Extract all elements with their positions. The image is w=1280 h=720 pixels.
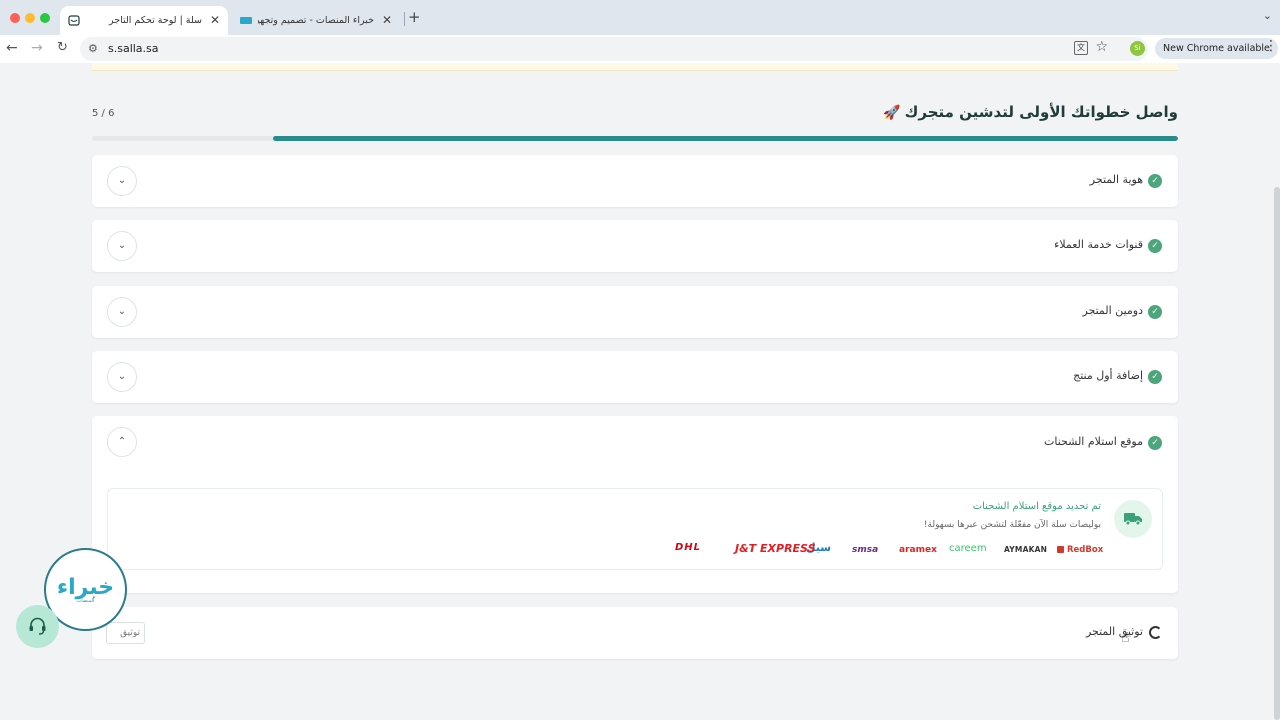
khubara-favicon-icon — [240, 17, 252, 24]
salla-favicon-icon — [68, 15, 80, 26]
shipping-status-panel: تم تحديد موقع استلام الشحنات بوليصات سلة… — [107, 488, 1163, 570]
chevron-down-icon[interactable]: ⌄ — [107, 166, 137, 196]
window-maximize-button[interactable] — [40, 13, 50, 23]
check-circle-icon: ✓ — [1148, 436, 1162, 450]
profile-avatar[interactable]: Si — [1130, 41, 1145, 56]
step-card-store-identity[interactable]: ✓ هوية المتجر ⌄ — [92, 155, 1178, 207]
support-button[interactable] — [16, 605, 59, 648]
site-settings-icon[interactable]: ⚙ — [88, 42, 98, 55]
browser-toolbar: ← → ↻ ⚙ s.salla.sa 文 ☆ — [0, 35, 1280, 63]
carrier-logo-dhl: DHL — [675, 542, 702, 553]
check-circle-icon: ✓ — [1148, 239, 1162, 253]
step-card-store-domain[interactable]: ✓ دومين المتجر ⌄ — [92, 286, 1178, 338]
tab-close-icon[interactable]: ✕ — [382, 13, 392, 27]
tab-title: خبراء المنصات - تصميم وتجهيز ال — [258, 15, 374, 26]
new-tab-icon[interactable]: + — [408, 8, 421, 26]
step-label: دومين المتجر — [1082, 304, 1143, 317]
tab-salla-dashboard[interactable]: سلة | لوحة تحكم التاجر ✕ — [60, 6, 228, 35]
shipping-title: تم تحديد موقع استلام الشحنات — [972, 501, 1101, 512]
forward-arrow-icon[interactable]: → — [31, 40, 43, 56]
chevron-up-icon[interactable]: ⌃ — [107, 427, 137, 457]
step-label: موقع استلام الشحنات — [1044, 435, 1143, 448]
back-arrow-icon[interactable]: ← — [6, 40, 18, 56]
tab-separator — [404, 12, 405, 26]
truck-icon — [1114, 500, 1152, 538]
carrier-logo-smsa: smsa — [852, 545, 879, 555]
onboarding-heading: واصل خطواتك الأولى لتدشين متجرك🚀 — [883, 103, 1178, 121]
shipping-description: بوليصات سلة الآن مفعّلة لتشحن عبرها بسهو… — [923, 520, 1101, 530]
chevron-down-icon[interactable]: ⌄ — [107, 297, 137, 327]
step-label: قنوات خدمة العملاء — [1054, 238, 1143, 251]
progress-fill — [273, 136, 1178, 141]
verify-store-button[interactable]: توثيق — [106, 622, 145, 644]
tab-close-icon[interactable]: ✕ — [210, 13, 220, 27]
tab-khubara[interactable]: خبراء المنصات - تصميم وتجهيز ال ✕ — [232, 6, 400, 35]
step-card-shipment-location[interactable]: ✓ موقع استلام الشحنات ⌃ تم تحديد موقع اس… — [92, 416, 1178, 593]
chevron-down-icon[interactable]: ⌄ — [107, 362, 137, 392]
carrier-logo-jt-express: J&T EXPRESS — [735, 542, 816, 555]
tab-title: سلة | لوحة تحكم التاجر — [108, 15, 202, 26]
hand-cursor-icon: ☝ — [1121, 630, 1130, 646]
khubara-logo: خبراء المنصات — [46, 575, 125, 604]
address-bar[interactable]: ⚙ s.salla.sa 文 ☆ — [80, 37, 1148, 61]
page-content: واصل خطواتك الأولى لتدشين متجرك🚀 6 / 5 ✓… — [0, 63, 1280, 720]
url-text: s.salla.sa — [108, 42, 159, 55]
check-circle-icon: ✓ — [1148, 370, 1162, 384]
window-close-button[interactable] — [10, 13, 20, 23]
browser-menu-icon[interactable]: ⋮ — [1264, 38, 1278, 54]
pending-circle-icon — [1149, 626, 1162, 639]
carrier-logo-redbox: RedBox — [1057, 545, 1103, 555]
chevron-down-icon[interactable]: ⌄ — [107, 231, 137, 261]
headset-icon — [29, 617, 46, 635]
chrome-update-button[interactable]: New Chrome available — [1155, 38, 1278, 59]
bookmark-star-icon[interactable]: ☆ — [1095, 39, 1108, 55]
carrier-logo-careem: careem — [949, 543, 987, 554]
page-scrollbar[interactable] — [1274, 187, 1280, 720]
window-minimize-button[interactable] — [25, 13, 35, 23]
step-card-store-verification[interactable]: توثيق المتجر توثيق — [92, 607, 1178, 659]
check-circle-icon: ✓ — [1148, 174, 1162, 188]
carrier-logo-aymakan: AYMAKAN — [1004, 545, 1048, 554]
reload-icon[interactable]: ↻ — [57, 40, 68, 55]
heading-text: واصل خطواتك الأولى لتدشين متجرك — [904, 103, 1178, 121]
khubara-logo-text: خبراء — [56, 575, 115, 600]
notice-strip — [92, 63, 1178, 71]
step-counter: 6 / 5 — [92, 108, 115, 119]
browser-titlebar: سلة | لوحة تحكم التاجر ✕ خبراء المنصات -… — [0, 0, 1280, 35]
rocket-icon: 🚀 — [883, 105, 901, 121]
step-label: إضافة أول منتج — [1073, 369, 1143, 382]
step-card-customer-service[interactable]: ✓ قنوات خدمة العملاء ⌄ — [92, 220, 1178, 272]
translate-icon[interactable]: 文 — [1074, 41, 1088, 55]
step-label: توثيق المتجر — [1085, 625, 1143, 638]
step-card-first-product[interactable]: ✓ إضافة أول منتج ⌄ — [92, 351, 1178, 403]
step-label: هوية المتجر — [1089, 173, 1143, 186]
check-circle-icon: ✓ — [1148, 305, 1162, 319]
tab-search-chevron-icon[interactable]: ⌄ — [1263, 9, 1272, 22]
carrier-logo-aramex: aramex — [899, 545, 937, 555]
onboarding-progress-bar — [92, 136, 1178, 141]
